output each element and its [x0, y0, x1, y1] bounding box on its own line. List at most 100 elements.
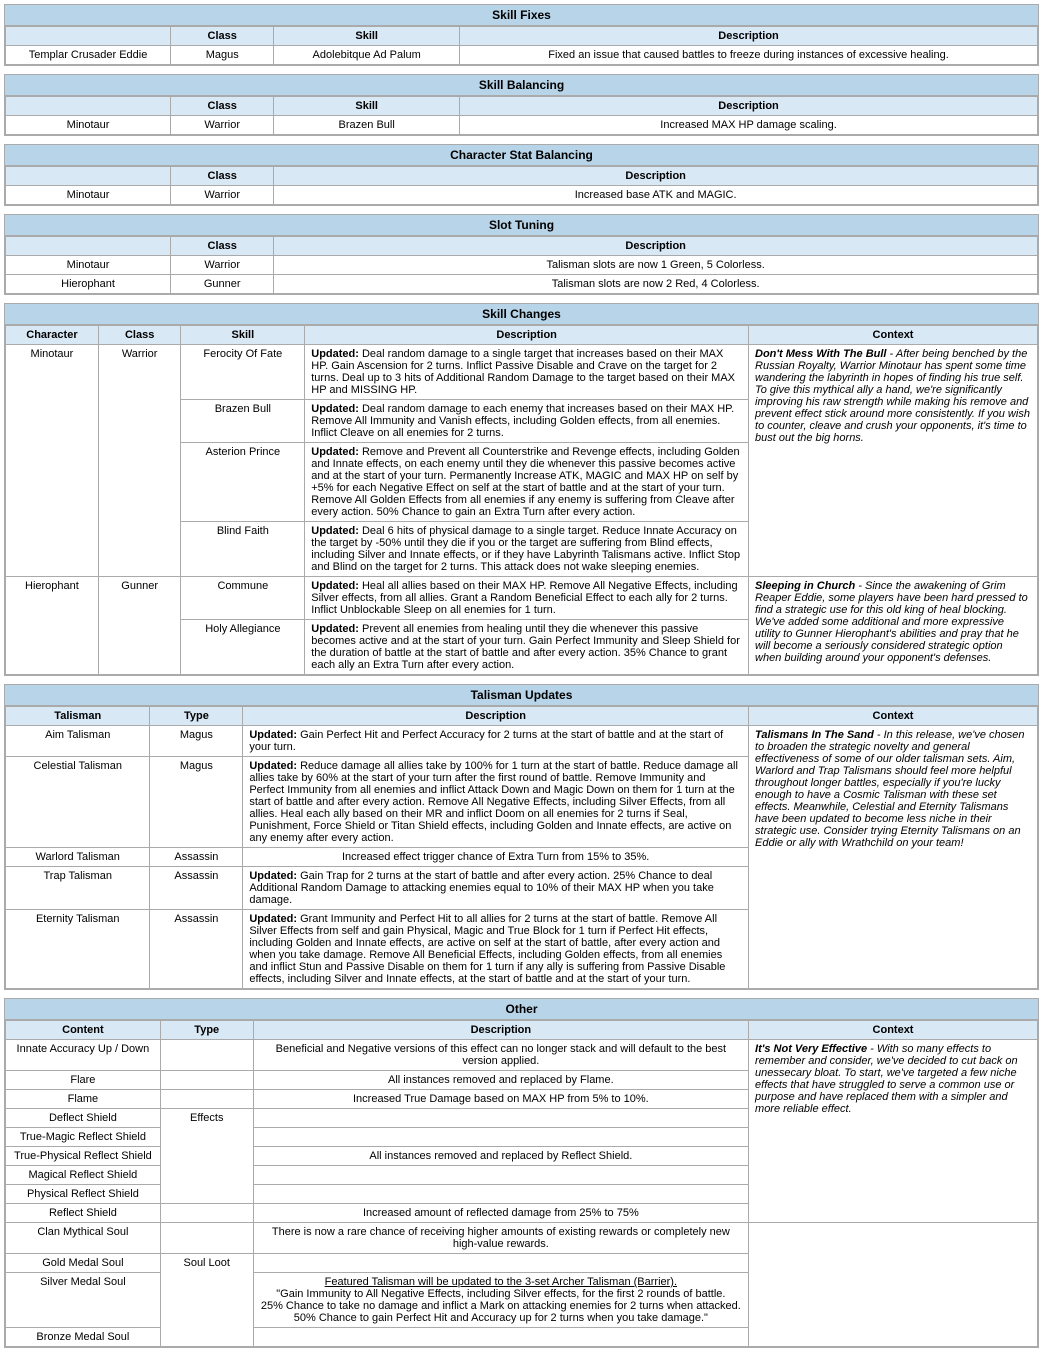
skill-cell: Holy Allegiance	[181, 620, 305, 675]
th-class: Class	[171, 27, 274, 46]
desc-cell: Featured Talisman will be updated to the…	[253, 1273, 748, 1328]
table-row: Templar Crusader Eddie Magus Adolebitque…	[6, 46, 1038, 65]
desc-cell	[253, 1185, 748, 1204]
desc-cell: All instances removed and replaced by Fl…	[253, 1071, 748, 1090]
content-cell: Magical Reflect Shield	[6, 1166, 161, 1185]
desc-cell: Updated: Deal 6 hits of physical damage …	[305, 522, 749, 577]
desc-cell: Increased amount of reflected damage fro…	[253, 1204, 748, 1223]
desc-cell: Beneficial and Negative versions of this…	[253, 1040, 748, 1071]
desc-cell	[253, 1128, 748, 1147]
skill-cell: Blind Faith	[181, 522, 305, 577]
th-context: Context	[749, 1021, 1038, 1040]
content-cell: Physical Reflect Shield	[6, 1185, 161, 1204]
other-table: Content Type Description Context Innate …	[5, 1020, 1038, 1347]
skill-changes-header: Skill Changes	[5, 304, 1038, 325]
desc-cell: Updated: Deal random damage to each enem…	[305, 400, 749, 443]
slot-tuning-header: Slot Tuning	[5, 215, 1038, 236]
th-class: Class	[171, 237, 274, 256]
th-description: Description	[243, 707, 749, 726]
content-cell: Flare	[6, 1071, 161, 1090]
context-cell: Don't Mess With The Bull - After being b…	[749, 345, 1038, 577]
talisman-cell: Aim Talisman	[6, 726, 150, 757]
skill-changes-table: Character Class Skill Description Contex…	[5, 325, 1038, 675]
talisman-cell: Celestial Talisman	[6, 757, 150, 848]
type-cell: Assassin	[150, 910, 243, 989]
desc-cell: Updated: Reduce damage all allies take b…	[243, 757, 749, 848]
th-class: Class	[171, 167, 274, 186]
slot-tuning-section: Slot Tuning Class Description Minotaur W…	[4, 214, 1039, 295]
desc-cell: Updated: Gain Trap for 2 turns at the st…	[243, 867, 749, 910]
character-cell: Minotaur	[6, 256, 171, 275]
desc-cell: Updated: Grant Immunity and Perfect Hit …	[243, 910, 749, 989]
type-cell: Effects	[160, 1109, 253, 1204]
table-row: Minotaur Warrior Increased base ATK and …	[6, 186, 1038, 205]
th-type: Type	[150, 707, 243, 726]
th-class: Class	[98, 326, 181, 345]
content-cell: True-Magic Reflect Shield	[6, 1128, 161, 1147]
slot-tuning-table: Class Description Minotaur Warrior Talis…	[5, 236, 1038, 294]
class-cell: Gunner	[98, 577, 181, 675]
desc-cell	[253, 1109, 748, 1128]
context-cell: Sleeping in Church - Since the awakening…	[749, 577, 1038, 675]
skill-changes-section: Skill Changes Character Class Skill Desc…	[4, 303, 1039, 676]
content-cell: Gold Medal Soul	[6, 1254, 161, 1273]
desc-cell	[253, 1328, 748, 1347]
class-cell: Gunner	[171, 275, 274, 294]
desc-cell	[253, 1166, 748, 1185]
th-empty	[6, 167, 171, 186]
char-stat-header: Character Stat Balancing	[5, 145, 1038, 166]
content-cell: Deflect Shield	[6, 1109, 161, 1128]
talisman-updates-section: Talisman Updates Talisman Type Descripti…	[4, 684, 1039, 990]
type-cell	[160, 1090, 253, 1109]
th-type: Type	[160, 1021, 253, 1040]
table-row: Minotaur Warrior Talisman slots are now …	[6, 256, 1038, 275]
class-cell: Warrior	[171, 256, 274, 275]
th-character	[6, 27, 171, 46]
th-description: Description	[274, 167, 1038, 186]
th-skill: Skill	[274, 27, 460, 46]
th-description: Description	[460, 97, 1038, 116]
class-cell: Warrior	[171, 186, 274, 205]
other-header: Other	[5, 999, 1038, 1020]
skill-fixes-section: Skill Fixes Class Skill Description Temp…	[4, 4, 1039, 66]
th-character: Character	[6, 326, 99, 345]
other-section: Other Content Type Description Context I…	[4, 998, 1039, 1348]
content-cell: Clan Mythical Soul	[6, 1223, 161, 1254]
talisman-cell: Trap Talisman	[6, 867, 150, 910]
skill-cell: Brazen Bull	[181, 400, 305, 443]
desc-cell: Increased True Damage based on MAX HP fr…	[253, 1090, 748, 1109]
desc-cell: Talisman slots are now 2 Red, 4 Colorles…	[274, 275, 1038, 294]
content-cell: Flame	[6, 1090, 161, 1109]
type-cell	[160, 1040, 253, 1071]
desc-cell: All instances removed and replaced by Re…	[253, 1147, 748, 1166]
type-cell: Assassin	[150, 848, 243, 867]
th-description: Description	[253, 1021, 748, 1040]
th-content: Content	[6, 1021, 161, 1040]
featured-talisman-text: Featured Talisman will be updated to the…	[325, 1276, 677, 1288]
th-talisman: Talisman	[6, 707, 150, 726]
character-cell: Templar Crusader Eddie	[6, 46, 171, 65]
content-cell: Silver Medal Soul	[6, 1273, 161, 1328]
type-cell	[160, 1204, 253, 1223]
content-cell: Bronze Medal Soul	[6, 1328, 161, 1347]
type-cell: Magus	[150, 757, 243, 848]
char-stat-table: Class Description Minotaur Warrior Incre…	[5, 166, 1038, 205]
class-cell: Warrior	[171, 116, 274, 135]
skill-cell: Commune	[181, 577, 305, 620]
context-cell: It's Not Very Effective - With so many e…	[749, 1040, 1038, 1223]
th-skill: Skill	[181, 326, 305, 345]
table-row: Hierophant Gunner Commune Updated: Heal …	[6, 577, 1038, 620]
skill-fixes-table: Class Skill Description Templar Crusader…	[5, 26, 1038, 65]
character-cell: Minotaur	[6, 116, 171, 135]
char-stat-section: Character Stat Balancing Class Descripti…	[4, 144, 1039, 206]
skill-balancing-header: Skill Balancing	[5, 75, 1038, 96]
th-empty	[6, 237, 171, 256]
skill-cell: Ferocity Of Fate	[181, 345, 305, 400]
skill-balancing-section: Skill Balancing Class Skill Description …	[4, 74, 1039, 136]
talisman-cell: Eternity Talisman	[6, 910, 150, 989]
type-cell	[160, 1071, 253, 1090]
desc-cell: Increased base ATK and MAGIC.	[274, 186, 1038, 205]
th-description: Description	[274, 237, 1038, 256]
type-cell: Assassin	[150, 867, 243, 910]
th-context: Context	[749, 326, 1038, 345]
